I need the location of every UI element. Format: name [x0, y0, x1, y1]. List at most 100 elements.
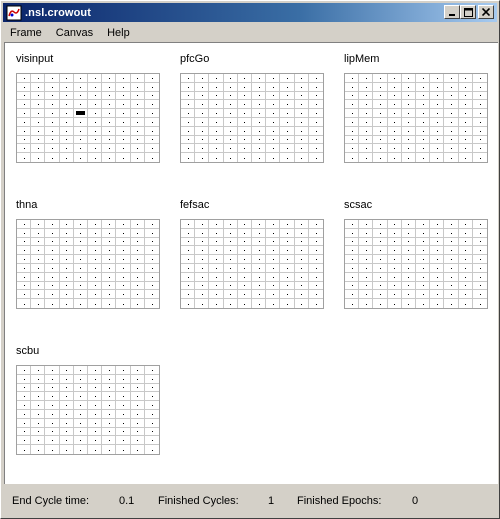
grid-cell	[308, 238, 323, 247]
activity-grid	[344, 73, 488, 163]
grid-cell	[195, 82, 210, 92]
grid-cell	[415, 220, 431, 229]
grid-cell	[195, 220, 210, 229]
grid-cell	[130, 255, 145, 264]
finished-epochs-label: Finished Epochs:	[297, 495, 382, 507]
grid-cell	[130, 383, 145, 393]
grid-cell	[130, 401, 145, 410]
grid-cell	[444, 290, 459, 300]
grid-cell	[309, 299, 323, 308]
grid-cell	[73, 366, 88, 375]
plot-thna: thna	[16, 199, 160, 310]
grid-cell	[373, 144, 388, 154]
grid-cell	[116, 445, 131, 454]
grid-cell	[359, 237, 374, 247]
grid-cell	[130, 436, 145, 446]
grid-cell	[430, 228, 445, 238]
title-bar[interactable]: .nsl.crowout	[3, 3, 497, 22]
menu-frame[interactable]: Frame	[3, 27, 49, 39]
grid-cell	[359, 118, 374, 127]
grid-cell	[130, 264, 145, 273]
grid-cell	[294, 290, 309, 300]
grid-cell	[45, 264, 60, 273]
grid-cell	[45, 246, 60, 256]
grid-cell	[294, 237, 309, 247]
grid-cell	[308, 273, 323, 282]
grid-cell	[59, 272, 74, 282]
grid-cell	[444, 264, 459, 273]
grid-cell	[102, 82, 117, 92]
grid-cell	[102, 445, 117, 454]
grid-cell	[31, 153, 46, 162]
grid-cell	[402, 153, 416, 162]
end-cycle-label: End Cycle time:	[12, 495, 90, 507]
grid-cell	[209, 91, 224, 101]
grid-cell	[45, 237, 60, 247]
close-button[interactable]	[478, 5, 494, 19]
activity-grid	[344, 219, 488, 309]
grid-cell	[59, 410, 74, 419]
grid-cell	[17, 118, 32, 127]
grid-cell	[308, 74, 323, 83]
grid-cell	[472, 74, 487, 83]
grid-cell	[144, 366, 159, 375]
grid-cell	[73, 410, 88, 419]
grid-cell	[17, 374, 32, 384]
grid-cell	[116, 299, 131, 308]
grid-cell	[373, 281, 388, 291]
grid-cell	[59, 374, 74, 384]
grid-cell	[45, 392, 60, 402]
grid-cell	[87, 109, 103, 118]
grid-cell	[130, 374, 145, 384]
menu-help[interactable]: Help	[100, 27, 137, 39]
grid-cell	[473, 153, 487, 162]
grid-cell	[373, 82, 388, 92]
grid-cell	[401, 82, 416, 92]
grid-cell	[145, 299, 159, 308]
grid-cell	[102, 74, 117, 83]
grid-cell	[195, 281, 210, 291]
grid-cell	[73, 383, 88, 393]
grid-cell	[280, 74, 295, 83]
grid-cell	[59, 144, 74, 154]
grid-cell	[223, 100, 238, 110]
maximize-button[interactable]	[460, 5, 476, 19]
grid-cell	[223, 255, 238, 264]
grid-cell	[87, 436, 103, 446]
grid-cell	[387, 281, 402, 291]
grid-cell	[144, 384, 159, 393]
grid-cell	[415, 255, 431, 264]
grid-cell	[373, 290, 388, 300]
grid-cell	[116, 100, 131, 110]
grid-cell	[359, 281, 374, 291]
grid-cell	[130, 135, 145, 145]
minimize-button[interactable]	[444, 5, 460, 19]
grid-cell	[266, 118, 281, 127]
grid-cell	[102, 255, 117, 264]
menu-canvas[interactable]: Canvas	[49, 27, 100, 39]
grid-cell	[237, 109, 252, 118]
grid-cell	[472, 264, 487, 273]
grid-cell	[308, 144, 323, 154]
grid-cell	[430, 135, 445, 145]
grid-cell	[209, 100, 224, 110]
grid-cell	[116, 392, 131, 402]
grid-cell	[415, 74, 431, 83]
grid-cell	[144, 109, 159, 118]
grid-cell	[144, 436, 159, 446]
grid-cell	[31, 401, 46, 410]
grid-cell	[345, 144, 360, 154]
grid-cell	[373, 153, 388, 162]
grid-cell	[387, 228, 402, 238]
grid-cell	[209, 237, 224, 247]
grid-cell	[224, 299, 238, 308]
grid-cell	[373, 118, 388, 127]
grid-cell	[116, 91, 131, 101]
grid-cell	[472, 238, 487, 247]
grid-cell	[294, 82, 309, 92]
grid-cell	[102, 383, 117, 393]
grid-cell	[252, 153, 267, 162]
grid-cell	[345, 228, 360, 238]
grid-cell	[87, 255, 103, 264]
grid-cell	[401, 281, 416, 291]
